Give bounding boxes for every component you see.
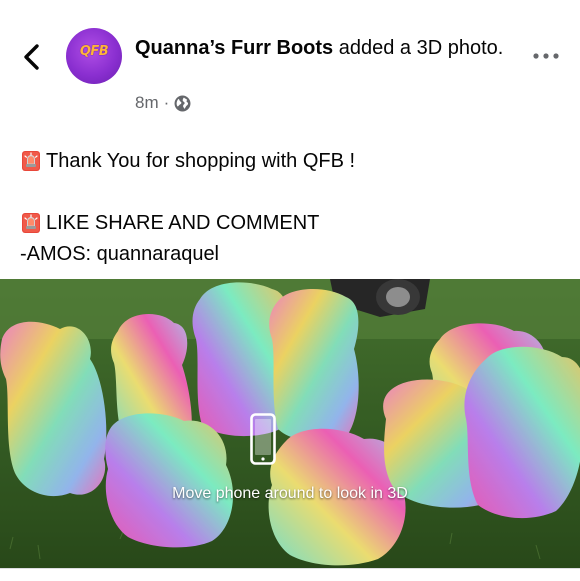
phone-icon (250, 413, 276, 465)
post-timestamp[interactable]: 8m (135, 93, 159, 113)
post-action-text: added a 3D photo. (333, 37, 504, 59)
3d-hint-text: Move phone around to look in 3D (172, 485, 408, 502)
avatar-logo-text: QFB (79, 44, 109, 59)
3d-photo[interactable] (0, 279, 580, 568)
post-text-spacer (20, 176, 560, 207)
post-text-line-2: LIKE SHARE AND COMMENT (20, 207, 560, 238)
post-text-1: Thank You for shopping with QFB ! (46, 149, 356, 172)
post-text-line-3: -AMOS: quannaraquel (20, 238, 560, 269)
post-meta: 8m · (135, 93, 191, 113)
siren-emoji-icon (22, 212, 40, 233)
post-text-3: -AMOS: quannaraquel (20, 242, 220, 265)
page-name-link[interactable]: Quanna’s Furr Boots (135, 37, 333, 59)
post-title: Quanna’s Furr Boots added a 3D photo. (135, 34, 515, 63)
siren-emoji-icon (22, 150, 40, 171)
post-body-text: Thank You for shopping with QFB ! LIKE S… (20, 145, 560, 269)
post-divider (0, 568, 580, 581)
back-chevron-icon[interactable] (18, 40, 46, 74)
post-text-2: LIKE SHARE AND COMMENT (46, 211, 320, 234)
globe-icon (174, 95, 191, 111)
post-text-line-1: Thank You for shopping with QFB ! (20, 145, 560, 176)
page-avatar[interactable]: QFB (66, 28, 122, 84)
more-options-icon[interactable] (530, 44, 562, 68)
boots-photo-image (0, 279, 580, 568)
post-header: QFB Quanna’s Furr Boots added a 3D photo… (0, 0, 580, 128)
meta-separator: · (163, 93, 170, 112)
